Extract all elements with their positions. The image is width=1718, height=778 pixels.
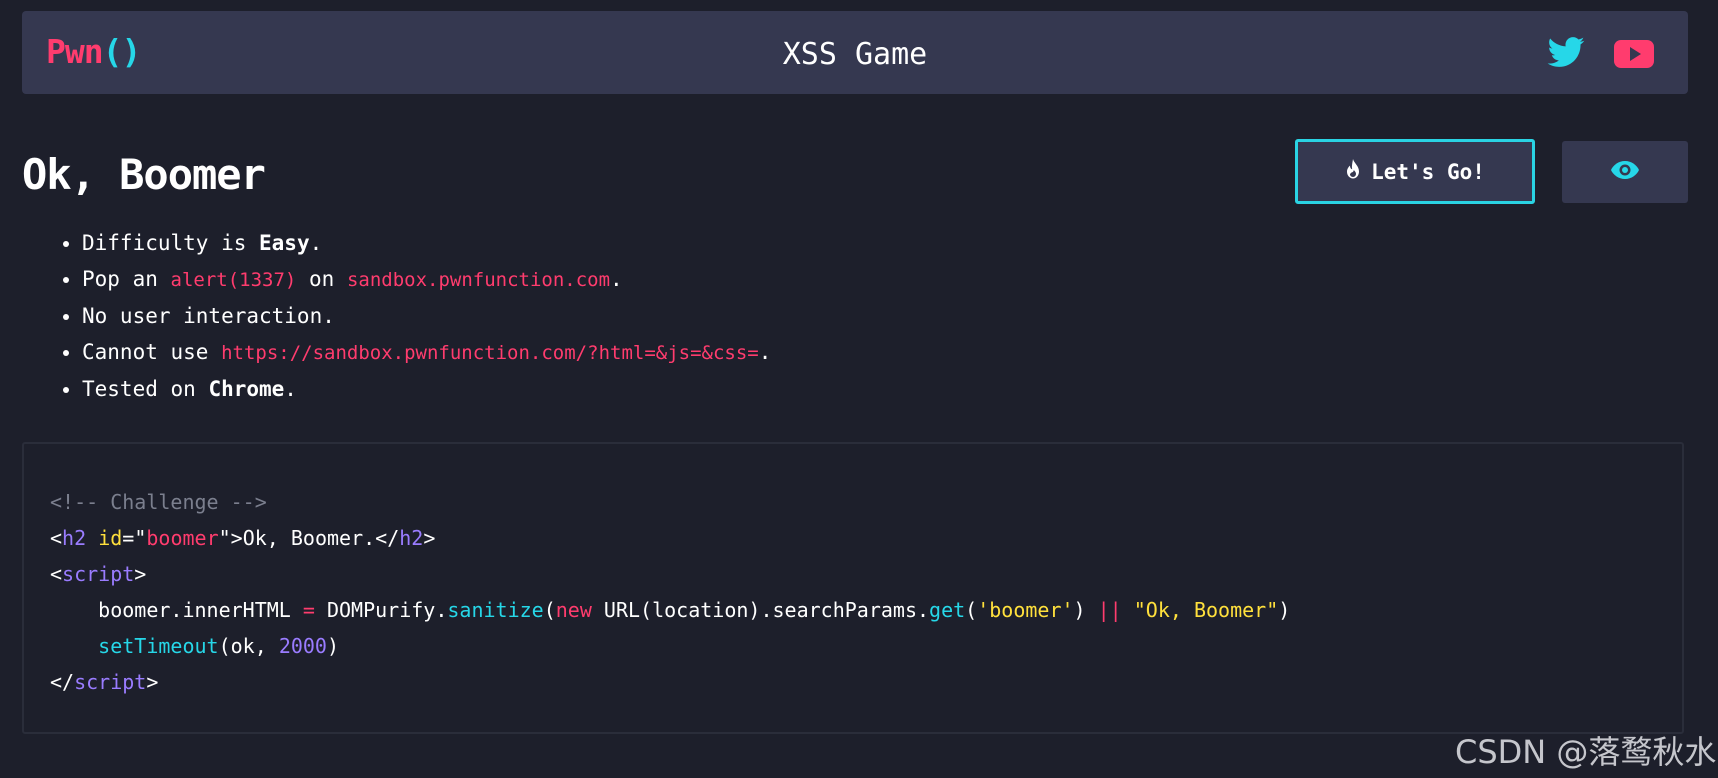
code-function: sanitize [447, 598, 544, 622]
code-token: (ok, [218, 634, 279, 658]
code-number: 2000 [278, 634, 327, 658]
lets-go-label: Let's Go! [1371, 159, 1485, 184]
code-function: get [929, 598, 966, 622]
difficulty-value: Easy [259, 231, 310, 255]
flame-icon [1345, 159, 1361, 184]
site-header: Pwn() XSS Game [22, 11, 1688, 94]
code-string: 'boomer' [977, 598, 1074, 622]
code-token: ) [326, 634, 340, 658]
rule-text: Pop an [82, 267, 171, 291]
code-tag: h2 [399, 526, 424, 550]
code-operator: || [1097, 598, 1122, 622]
rule-text: . [309, 231, 323, 255]
code-token: </ [375, 526, 400, 550]
challenge-source: <!-- Challenge --> <h2 id="boomer">Ok, B… [50, 484, 1290, 700]
inline-code: alert(1337) [170, 269, 297, 291]
code-comment: <!-- Challenge --> [50, 490, 267, 514]
code-token: ) [1278, 598, 1291, 622]
rule-difficulty: Difficulty is Easy. [82, 225, 771, 261]
code-token: </ [50, 670, 75, 694]
eye-icon [1610, 160, 1640, 184]
code-token: URL(location).searchParams. [591, 598, 930, 622]
code-tag: script [74, 670, 147, 694]
code-token: boomer.innerHTML [98, 598, 303, 622]
code-string: boomer [146, 526, 219, 550]
code-token: > [423, 526, 436, 550]
code-tag: script [62, 562, 135, 586]
rule-text: Cannot use [82, 340, 222, 364]
code-attr: id [98, 526, 123, 550]
page-title: Ok, Boomer [22, 150, 266, 199]
site-title: XSS Game [782, 37, 928, 72]
lets-go-button[interactable]: Let's Go! [1295, 139, 1535, 204]
code-token: > [134, 562, 147, 586]
twitter-icon[interactable] [1546, 33, 1586, 73]
code-token: DOMPurify. [314, 598, 448, 622]
code-string: "Ok, Boomer" [1133, 598, 1279, 622]
code-token: > [146, 670, 159, 694]
code-function: setTimeout [98, 634, 219, 658]
watermark: CSDN @落鹜秋水 [1455, 733, 1717, 771]
view-solution-button[interactable] [1562, 141, 1688, 203]
code-block: <!-- Challenge --> <h2 id="boomer">Ok, B… [22, 442, 1684, 734]
code-keyword: new [555, 598, 592, 622]
rule-text: No user interaction. [82, 304, 335, 328]
code-token: ) [1073, 598, 1098, 622]
code-text: Ok, Boomer. [242, 526, 376, 550]
rule-browser: Tested on Chrome. [82, 371, 771, 407]
rule-restriction: Cannot use https://sandbox.pwnfunction.c… [82, 334, 771, 371]
rule-text: . [758, 340, 772, 364]
inline-code: sandbox.pwnfunction.com [346, 269, 611, 291]
code-token: < [50, 562, 63, 586]
code-token: ( [965, 598, 978, 622]
rule-text: . [284, 377, 297, 401]
code-operator: = [302, 598, 315, 622]
code-token: < [50, 526, 63, 550]
rule-text: Difficulty is [82, 231, 260, 255]
code-token: =" [122, 526, 147, 550]
inline-code: https://sandbox.pwnfunction.com/?html=&j… [221, 342, 759, 364]
rule-interaction: No user interaction. [82, 298, 771, 334]
youtube-icon[interactable] [1613, 33, 1655, 73]
rule-text: Tested on [82, 377, 209, 401]
rule-goal: Pop an alert(1337) on sandbox.pwnfunctio… [82, 261, 771, 298]
code-token: "> [218, 526, 243, 550]
code-tag: h2 [62, 526, 87, 550]
browser-value: Chrome [208, 377, 285, 401]
code-token: ( [543, 598, 556, 622]
rule-text: . [610, 267, 623, 291]
challenge-rules: Difficulty is Easy. Pop an alert(1337) o… [60, 225, 771, 407]
rule-text: on [296, 267, 347, 291]
